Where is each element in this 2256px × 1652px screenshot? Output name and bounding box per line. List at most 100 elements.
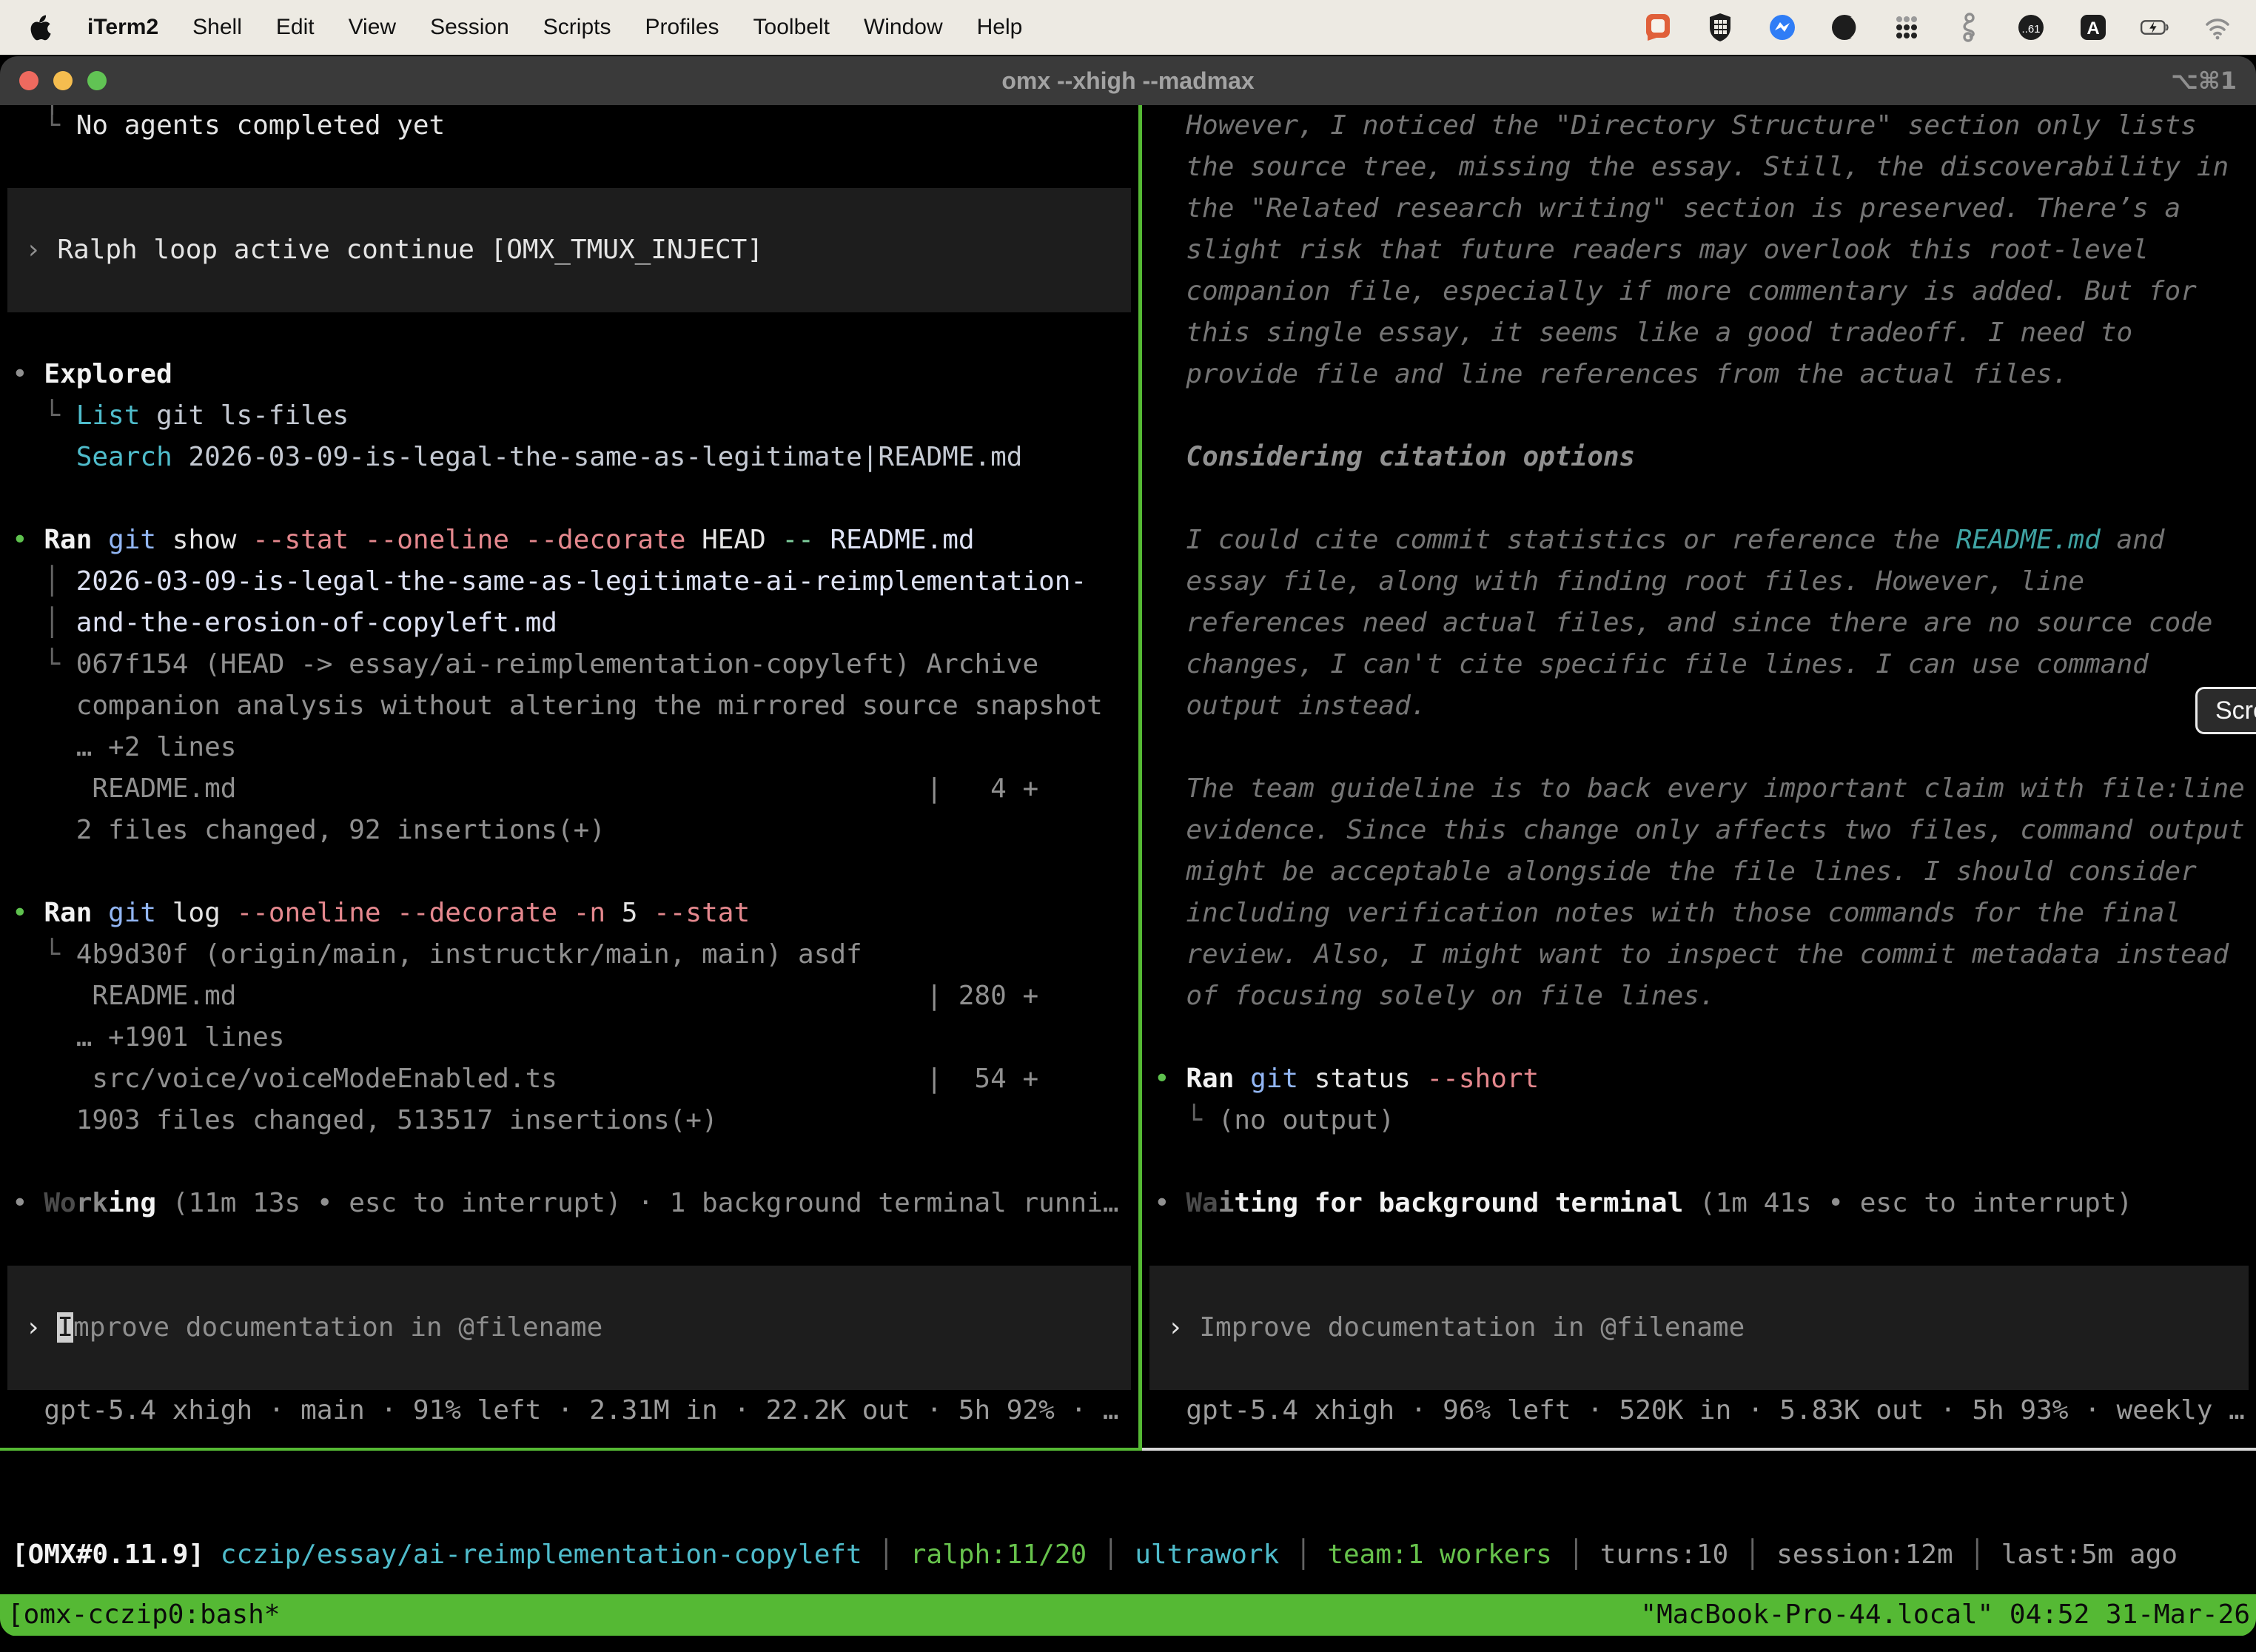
terminal-row: › Improve documentation in @filename: [1149, 1307, 2249, 1349]
window-title: omx --xhigh --madmax: [0, 67, 2256, 95]
terminal-row: output instead.: [1142, 685, 2256, 727]
menu-item-session[interactable]: Session: [430, 15, 509, 40]
window-shortcut: ⌥⌘1: [2171, 67, 2237, 95]
terminal-row: • Ran git status --short: [1142, 1058, 2256, 1100]
terminal-row: [1142, 478, 2256, 520]
terminal-row: gpt-5.4 xhigh · main · 91% left · 2.31M …: [0, 1390, 1138, 1431]
terminal-row: └ 4b9d30f (origin/main, instructkr/main,…: [0, 934, 1138, 976]
terminal-content: └ No agents completed yet › Ralph loop ac…: [0, 105, 2256, 1636]
wifi-icon[interactable]: [2201, 11, 2234, 44]
terminal-row: README.md | 280 +: [0, 976, 1138, 1017]
chain-squiggle-icon[interactable]: [1953, 11, 1985, 44]
terminal-row: The team guideline is to back every impo…: [1142, 768, 2256, 810]
tmux-host-time: "MacBook-Pro-44.local" 04:52 31-Mar-26: [1640, 1594, 2256, 1636]
terminal-row: provide file and line references from th…: [1142, 354, 2256, 395]
terminal-row: [0, 147, 1138, 188]
left-pane: └ No agents completed yet › Ralph loop ac…: [0, 105, 1138, 1431]
terminal-row: this single essay, it seems like a good …: [1142, 312, 2256, 354]
menu-item-scripts[interactable]: Scripts: [543, 15, 611, 40]
terminal-window: omx --xhigh --madmax ⌥⌘1 └ No agents com…: [0, 56, 2256, 1636]
messenger-bolt-icon[interactable]: [1766, 11, 1799, 44]
terminal-row: › Ralph loop active continue [OMX_TMUX_I…: [7, 229, 1131, 271]
terminal-row: [0, 312, 1138, 354]
crescent-circle-icon[interactable]: [1828, 11, 1861, 44]
menu-item-profiles[interactable]: Profiles: [645, 15, 719, 40]
svg-text:A: A: [2087, 19, 2099, 38]
terminal-row: • Ran git show --stat --oneline --decora…: [0, 520, 1138, 561]
terminal-row: might be acceptable alongside the file l…: [1142, 851, 2256, 893]
menu-item-help[interactable]: Help: [977, 15, 1023, 40]
terminal-row: including verification notes with those …: [1142, 893, 2256, 934]
terminal-row: the "Related research writing" section i…: [1142, 188, 2256, 229]
terminal-row: essay file, along with finding root file…: [1142, 561, 2256, 602]
terminal-row: README.md | 4 +: [0, 768, 1138, 810]
terminal-row: companion file, especially if more comme…: [1142, 271, 2256, 312]
menu-status-area: ..61 A: [1642, 11, 2256, 44]
terminal-row: [0, 851, 1138, 893]
tmux-session-label: [omx-cczip0:bash*: [0, 1594, 280, 1636]
menu-item-toolbelt[interactable]: Toolbelt: [753, 15, 830, 40]
screen-mirroring-icon[interactable]: [1642, 11, 1674, 44]
menu-item-view[interactable]: View: [349, 15, 396, 40]
dots-grid-icon[interactable]: [1890, 11, 1923, 44]
terminal-row: [1142, 727, 2256, 768]
terminal-row: the source tree, missing the essay. Stil…: [1142, 147, 2256, 188]
terminal-row: evidence. Since this change only affects…: [1142, 810, 2256, 851]
terminal-row: [1142, 1224, 2256, 1266]
terminal-row: └ List git ls-files: [0, 395, 1138, 437]
menu-item-iterm2[interactable]: iTerm2: [87, 15, 158, 40]
menu-bar: iTerm2 Shell Edit View Session Scripts P…: [0, 0, 2256, 55]
terminal-row: [1142, 1017, 2256, 1058]
shield-grid-icon[interactable]: [1704, 11, 1736, 44]
terminal-row: references need actual files, and since …: [1142, 602, 2256, 644]
tmux-status-bar: [omx-cczip0:bash* "MacBook-Pro-44.local"…: [0, 1594, 2256, 1636]
terminal-row: … +2 lines: [0, 727, 1138, 768]
terminal-row: [7, 188, 1131, 229]
terminal-row: … +1901 lines: [0, 1017, 1138, 1058]
terminal-row: companion analysis without altering the …: [0, 685, 1138, 727]
terminal-row: [0, 478, 1138, 520]
terminal-row: of focusing solely on file lines.: [1142, 976, 2256, 1017]
terminal-row: • Working (11m 13s • esc to interrupt) ·…: [0, 1183, 1138, 1224]
screen-tooltip: Scre: [2195, 687, 2256, 734]
prompt-input-right[interactable]: › Improve documentation in @filename: [1149, 1266, 2249, 1390]
terminal-row: [1149, 1349, 2249, 1390]
terminal-row: [7, 1266, 1131, 1307]
pane-divider[interactable]: [1138, 105, 1142, 1448]
menu-item-edit[interactable]: Edit: [276, 15, 315, 40]
terminal-row: └ 067f154 (HEAD -> essay/ai-reimplementa…: [0, 644, 1138, 685]
terminal-row: [1142, 395, 2256, 437]
terminal-row: • Explored: [0, 354, 1138, 395]
terminal-row: └ No agents completed yet: [0, 105, 1138, 147]
terminal-row: [1142, 1141, 2256, 1183]
terminal-row: [7, 1349, 1131, 1390]
right-pane: However, I noticed the "Directory Struct…: [1142, 105, 2256, 1431]
terminal-row: • Waiting for background terminal (1m 41…: [1142, 1183, 2256, 1224]
terminal-row: Search 2026-03-09-is-legal-the-same-as-l…: [0, 437, 1138, 478]
terminal-row: [1149, 1266, 2249, 1307]
screen-tooltip-label: Scre: [2215, 696, 2256, 725]
terminal-row: However, I noticed the "Directory Struct…: [1142, 105, 2256, 147]
terminal-row: changes, I can't cite specific file line…: [1142, 644, 2256, 685]
apple-menu-icon[interactable]: [28, 13, 53, 42]
terminal-row: review. Also, I might want to inspect th…: [1142, 934, 2256, 976]
terminal-row: I could cite commit statistics or refere…: [1142, 520, 2256, 561]
prompt-input-left[interactable]: › Improve documentation in @filename: [7, 1266, 1131, 1390]
terminal-row: slight risk that future readers may over…: [1142, 229, 2256, 271]
badge-61-icon[interactable]: ..61: [2015, 11, 2047, 44]
terminal-row: Considering citation options: [1142, 437, 2256, 478]
battery-charging-icon[interactable]: [2139, 11, 2172, 44]
terminal-row: › Improve documentation in @filename: [7, 1307, 1131, 1349]
terminal-row: [7, 271, 1131, 312]
terminal-row: │ 2026-03-09-is-legal-the-same-as-legiti…: [0, 561, 1138, 602]
terminal-row: [0, 1141, 1138, 1183]
window-title-bar[interactable]: omx --xhigh --madmax ⌥⌘1: [0, 56, 2256, 105]
menu-item-shell[interactable]: Shell: [192, 15, 242, 40]
letter-a-icon[interactable]: A: [2077, 11, 2109, 44]
terminal-row: │ and-the-erosion-of-copyleft.md: [0, 602, 1138, 644]
inactive-pane-border: [1142, 1448, 2256, 1451]
ralph-loop-banner[interactable]: › Ralph loop active continue [OMX_TMUX_I…: [7, 188, 1131, 312]
terminal-row: src/voice/voiceModeEnabled.ts | 54 +: [0, 1058, 1138, 1100]
terminal-row: 2 files changed, 92 insertions(+): [0, 810, 1138, 851]
menu-item-window[interactable]: Window: [864, 15, 943, 40]
